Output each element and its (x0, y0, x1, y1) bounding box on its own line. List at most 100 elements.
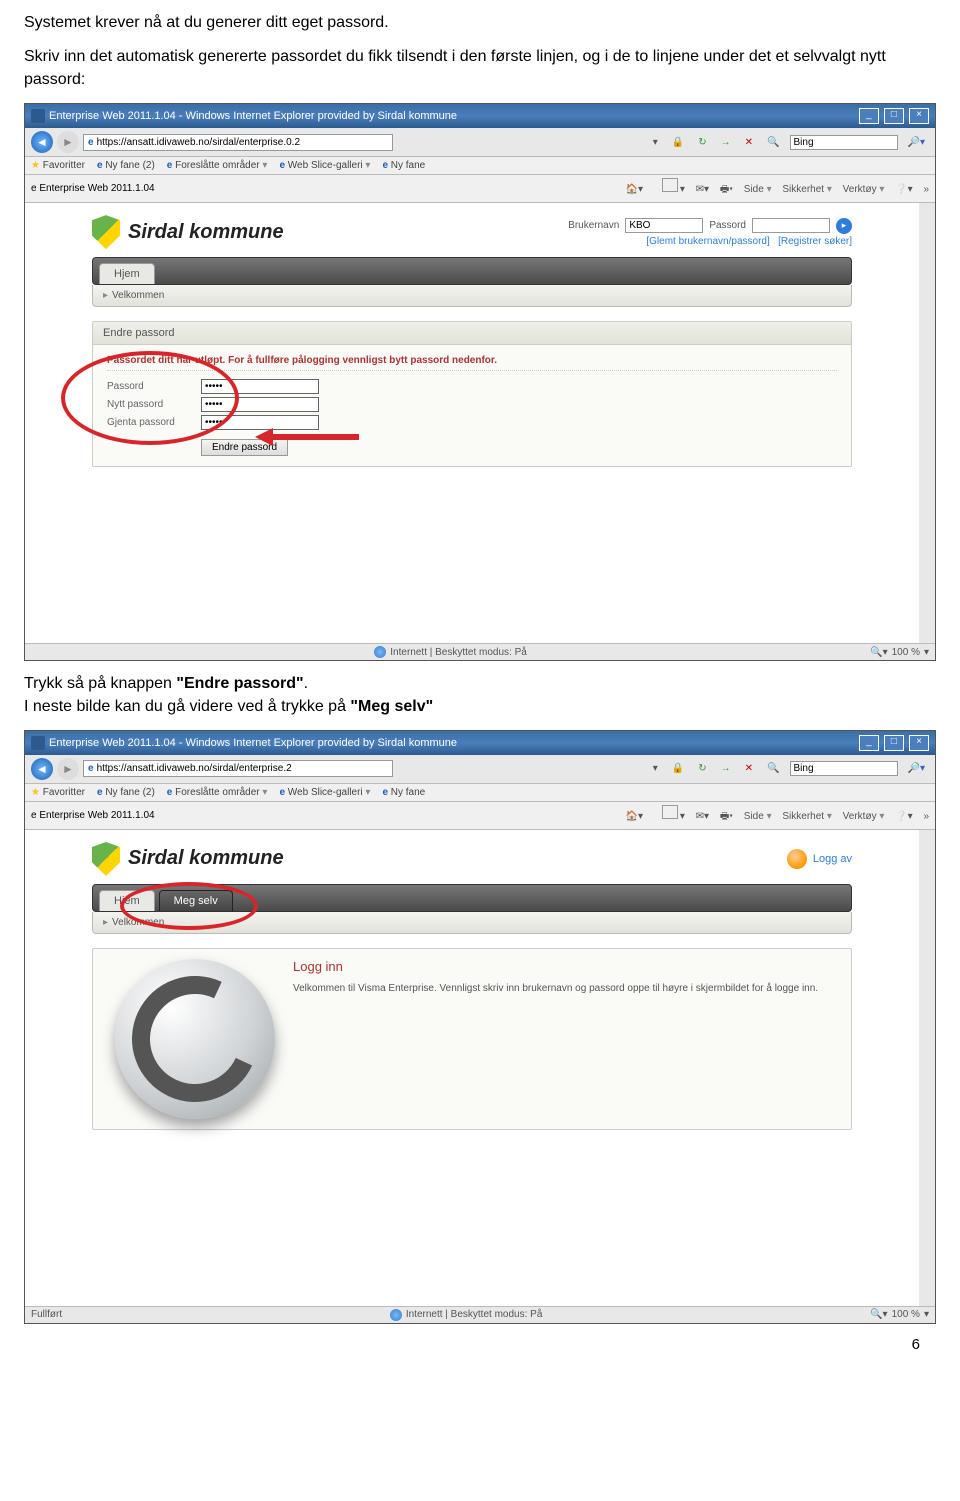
logout-link[interactable]: Logg av (787, 849, 852, 869)
favorites-label[interactable]: Favoritter (43, 160, 85, 171)
search-go-icon[interactable]: 🔎▾ (904, 135, 929, 150)
home-icon[interactable]: 🏠▾ (626, 811, 643, 822)
zoom-out-icon[interactable]: 🔍▾ (870, 1309, 887, 1320)
refresh-icon[interactable]: ↻ (694, 761, 710, 776)
fav-item-nyfane[interactable]: e Ny fane (382, 787, 425, 798)
scrollbar-thumb[interactable] (919, 834, 933, 876)
zoom-level[interactable]: 100 % (892, 1309, 920, 1320)
back-button[interactable]: ◄ (31, 131, 53, 153)
search-box[interactable] (790, 135, 898, 150)
fav-item-slicegalleri[interactable]: e Web Slice-galleri (279, 160, 370, 171)
window-buttons: _ □ × (857, 108, 929, 124)
sub-nav: ▸Velkommen (92, 285, 852, 307)
mid-line-1: Trykk så på knappen "Endre passord". I n… (24, 673, 936, 718)
dropdown-icon[interactable]: ▾ (649, 761, 662, 776)
stop-icon[interactable]: ✕ (741, 135, 757, 150)
fav-item-nyfane[interactable]: e Ny fane (382, 160, 425, 171)
minimize-button[interactable]: _ (859, 108, 879, 124)
menu-verktoy[interactable]: Verktøy (843, 811, 885, 822)
fav-item-slicegalleri[interactable]: e Web Slice-galleri (279, 787, 370, 798)
stop-icon[interactable]: ✕ (741, 761, 757, 776)
login-go-button[interactable]: ▸ (836, 218, 852, 234)
forward-button[interactable]: ► (57, 131, 79, 153)
expired-message: Passordet ditt har utløpt. For å fullfør… (107, 355, 837, 371)
print-icon[interactable]: 🖶▾ (720, 184, 733, 195)
change-password-panel: Endre passord Passordet ditt har utløpt.… (92, 321, 852, 467)
main-nav: Hjem Meg selv (92, 884, 852, 912)
endre-passord-button[interactable]: Endre passord (201, 439, 288, 456)
favorites-star-icon[interactable]: ★ (31, 787, 40, 798)
chevron-icon[interactable]: » (923, 184, 929, 195)
help-icon[interactable]: ❔▾ (895, 184, 912, 195)
search-go-icon[interactable]: 🔎▾ (904, 761, 929, 776)
forward-button[interactable]: ► (57, 758, 79, 780)
go-icon[interactable]: → (717, 135, 735, 150)
help-icon[interactable]: ❔▾ (895, 811, 912, 822)
tab-hjem[interactable]: Hjem (99, 890, 155, 911)
fav-item-nyfane2[interactable]: e Ny fane (2) (97, 787, 155, 798)
minimize-button[interactable]: _ (859, 735, 879, 751)
lock-icon: 🔒 (668, 135, 688, 150)
search-box[interactable] (790, 761, 898, 776)
feed-icon[interactable]: ▾ (654, 184, 685, 195)
menu-side[interactable]: Side (744, 184, 772, 195)
menu-side[interactable]: Side (744, 811, 772, 822)
menu-sikkerhet[interactable]: Sikkerhet (782, 184, 832, 195)
password-input[interactable] (752, 218, 830, 233)
print-icon[interactable]: 🖶▾ (720, 811, 733, 822)
input-gjenta-passord[interactable] (201, 415, 319, 430)
address-bar[interactable]: ehttps://ansatt.idivaweb.no/sirdal/enter… (83, 134, 393, 151)
input-passord[interactable] (201, 379, 319, 394)
close-button[interactable]: × (909, 108, 929, 124)
favorites-label[interactable]: Favoritter (43, 787, 85, 798)
register-link[interactable]: [Registrer søker] (778, 236, 852, 247)
enterprise-logo (115, 959, 275, 1119)
page-viewport: Sirdal kommune Logg av Hjem Meg selv ▸Ve… (25, 830, 935, 1306)
forgot-link[interactable]: [Glemt brukernavn/passord] (646, 236, 769, 247)
site-logo: Sirdal kommune (92, 215, 284, 249)
feed-icon[interactable]: ▾ (654, 811, 685, 822)
scrollbar-thumb[interactable] (919, 207, 933, 249)
titlebar: Enterprise Web 2011.1.04 - Windows Inter… (25, 731, 935, 755)
shield-icon (92, 842, 120, 876)
menu-sikkerhet[interactable]: Sikkerhet (782, 811, 832, 822)
address-bar[interactable]: ehttps://ansatt.idivaweb.no/sirdal/enter… (83, 760, 393, 777)
status-zone: Internett | Beskyttet modus: På (390, 647, 527, 658)
fav-item-foreslatte[interactable]: e Foreslåtte områder (167, 787, 268, 798)
tab-hjem[interactable]: Hjem (99, 263, 155, 284)
close-button[interactable]: × (909, 735, 929, 751)
search-icon: 🔍 (763, 761, 783, 776)
fav-item-nyfane2[interactable]: e Ny fane (2) (97, 160, 155, 171)
refresh-icon[interactable]: ↻ (694, 135, 710, 150)
login-text: Velkommen til Visma Enterprise. Vennligs… (293, 982, 818, 996)
page-tab[interactable]: e Enterprise Web 2011.1.04 (31, 183, 155, 194)
zoom-out-icon[interactable]: 🔍▾ (870, 647, 887, 658)
home-icon[interactable]: 🏠▾ (626, 184, 643, 195)
window-title: Enterprise Web 2011.1.04 - Windows Inter… (49, 737, 457, 749)
username-input[interactable] (625, 218, 703, 233)
favorites-star-icon[interactable]: ★ (31, 160, 40, 171)
window-buttons: _ □ × (857, 735, 929, 751)
mail-icon[interactable]: ✉▾ (696, 811, 709, 822)
menu-verktoy[interactable]: Verktøy (843, 184, 885, 195)
back-button[interactable]: ◄ (31, 758, 53, 780)
tab-row: e Enterprise Web 2011.1.04 🏠▾ ▾ ✉▾ 🖶▾ Si… (25, 802, 935, 830)
command-bar: 🏠▾ ▾ ✉▾ 🖶▾ Side Sikkerhet Verktøy ❔▾ » (618, 178, 929, 199)
login-heading: Logg inn (293, 959, 818, 974)
maximize-button[interactable]: □ (884, 108, 904, 124)
url-text: https://ansatt.idivaweb.no/sirdal/enterp… (97, 763, 292, 774)
tab-meg-selv[interactable]: Meg selv (159, 890, 233, 911)
dropdown-icon[interactable]: ▾ (649, 135, 662, 150)
subnav-velkommen[interactable]: Velkommen (112, 290, 164, 301)
mail-icon[interactable]: ✉▾ (696, 184, 709, 195)
go-icon[interactable]: → (717, 761, 735, 776)
page-tab[interactable]: e Enterprise Web 2011.1.04 (31, 810, 155, 821)
status-zone: Internett | Beskyttet modus: På (406, 1309, 543, 1320)
input-nytt-passord[interactable] (201, 397, 319, 412)
globe-icon (374, 646, 386, 658)
zoom-level[interactable]: 100 % (892, 647, 920, 658)
fav-item-foreslatte[interactable]: e Foreslåtte områder (167, 160, 268, 171)
subnav-velkommen[interactable]: Velkommen (112, 917, 164, 928)
maximize-button[interactable]: □ (884, 735, 904, 751)
chevron-icon[interactable]: » (923, 811, 929, 822)
